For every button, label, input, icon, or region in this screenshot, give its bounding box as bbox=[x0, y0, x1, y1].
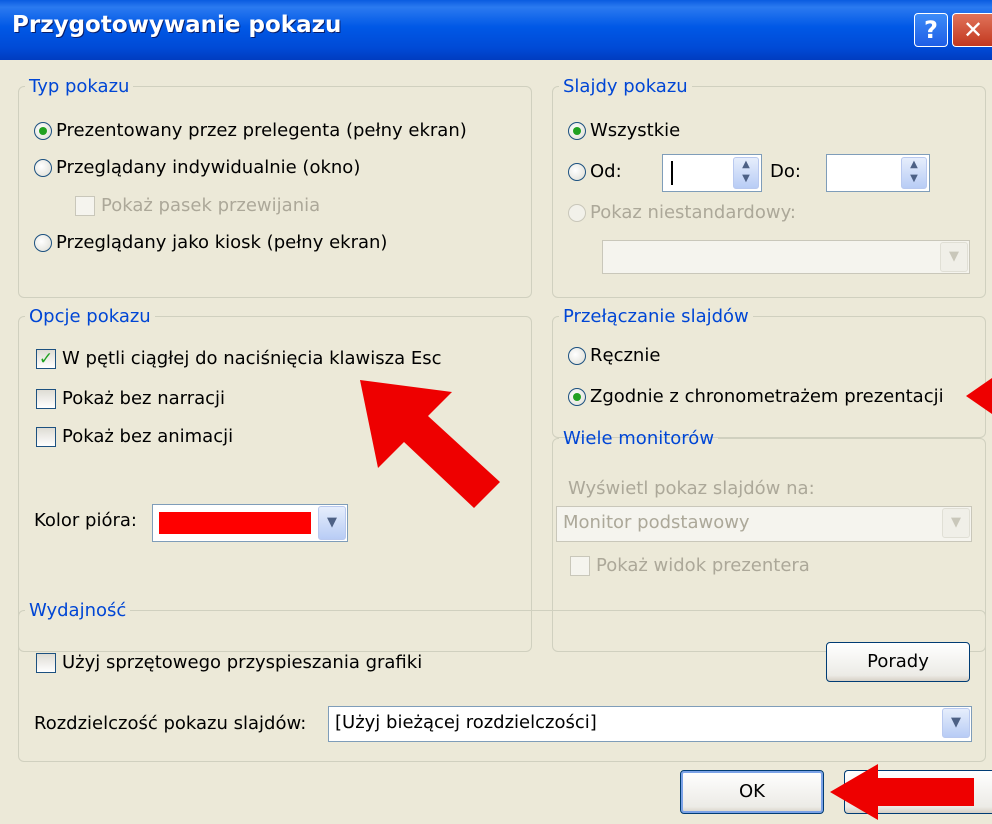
checkbox-label: Pokaż bez narracji bbox=[62, 388, 226, 409]
red-arrow-icon bbox=[360, 380, 500, 508]
radio-button[interactable] bbox=[34, 121, 52, 140]
radio-label: Ręcznie bbox=[590, 345, 661, 366]
radio-manually[interactable]: Ręcznie bbox=[568, 345, 660, 366]
advance-slides-legend: Przełączanie slajdów bbox=[563, 306, 749, 327]
dialog-title: Przygotowywanie pokazu bbox=[12, 12, 342, 38]
resolution-label-row: Rozdzielczość pokazu slajdów: bbox=[34, 713, 306, 734]
show-type-group: Typ pokazu bbox=[18, 76, 532, 298]
tips-button[interactable]: Porady bbox=[826, 642, 970, 682]
from-slide-spinner[interactable]: ▲ ▼ bbox=[662, 154, 762, 192]
checkbox-label: W pętli ciągłej do naciśnięcia klawisza … bbox=[62, 348, 442, 369]
red-arrow-icon bbox=[830, 764, 974, 820]
show-scrollbar-checkbox[interactable]: Pokaż pasek przewijania bbox=[75, 195, 320, 216]
chevron-down-icon[interactable]: ▼ bbox=[318, 506, 346, 540]
pen-color-label: Kolor pióra: bbox=[34, 510, 137, 531]
checkbox[interactable] bbox=[36, 652, 56, 673]
radio-label: Wszystkie bbox=[590, 120, 681, 141]
chevron-down-icon[interactable]: ▼ bbox=[940, 242, 968, 272]
radio-button[interactable] bbox=[34, 158, 52, 177]
title-bar[interactable]: Przygotowywanie pokazu ? ✕ bbox=[0, 0, 992, 60]
ok-button[interactable]: OK bbox=[680, 770, 824, 814]
hardware-acceleration-checkbox[interactable]: Użyj sprzętowego przyspieszania grafiki bbox=[36, 652, 422, 673]
performance-legend: Wydajność bbox=[29, 600, 127, 621]
resolution-label: Rozdzielczość pokazu slajdów: bbox=[34, 713, 307, 734]
show-without-narration-checkbox[interactable]: Pokaż bez narracji bbox=[36, 388, 225, 409]
red-arrow-icon bbox=[966, 378, 992, 414]
radio-label: Od: bbox=[590, 161, 622, 182]
pen-color-label-row: Kolor pióra: bbox=[34, 510, 137, 531]
custom-show-dropdown[interactable]: ▼ bbox=[602, 240, 970, 274]
radio-all-slides[interactable]: Wszystkie bbox=[568, 120, 680, 141]
radio-label: Prezentowany przez prelegenta (pełny ekr… bbox=[56, 120, 467, 141]
radio-label: Przeglądany jako kiosk (pełny ekran) bbox=[56, 232, 388, 253]
radio-browsed-individual[interactable]: Przeglądany indywidualnie (okno) bbox=[34, 157, 360, 178]
checkbox-label: Użyj sprzętowego przyspieszania grafiki bbox=[62, 652, 423, 673]
text-caret bbox=[671, 161, 673, 185]
radio-label: Przeglądany indywidualnie (okno) bbox=[56, 157, 361, 178]
radio-button[interactable] bbox=[568, 387, 586, 406]
checkbox[interactable]: ✓ bbox=[36, 348, 56, 369]
radio-presented-by-speaker[interactable]: Prezentowany przez prelegenta (pełny ekr… bbox=[34, 120, 467, 141]
radio-button[interactable] bbox=[568, 346, 586, 365]
display-on-label: Wyświetl pokaz slajdów na: bbox=[568, 478, 815, 499]
pen-color-picker[interactable]: ▼ bbox=[152, 504, 348, 542]
radio-using-timings[interactable]: Zgodnie z chronometrażem prezentacji bbox=[568, 386, 944, 407]
checkbox[interactable] bbox=[570, 555, 590, 576]
checkbox-label: Pokaż widok prezentera bbox=[596, 555, 810, 576]
multiple-monitors-legend: Wiele monitorów bbox=[563, 428, 715, 449]
checkbox-label: Pokaż bez animacji bbox=[62, 426, 234, 447]
pen-color-swatch bbox=[159, 512, 311, 534]
radio-button[interactable] bbox=[568, 203, 586, 222]
to-label-row: Do: bbox=[770, 161, 801, 182]
advance-slides-group: Przełączanie slajdów bbox=[552, 306, 986, 438]
radio-label: Zgodnie z chronometrażem prezentacji bbox=[590, 386, 944, 407]
chevron-down-icon[interactable]: ▼ bbox=[942, 708, 970, 738]
spin-arrows-icon[interactable]: ▲ ▼ bbox=[733, 157, 759, 189]
radio-button[interactable] bbox=[34, 233, 52, 252]
checkbox[interactable] bbox=[36, 388, 56, 409]
resolution-dropdown[interactable]: [Użyj bieżącej rozdzielczości] ▼ bbox=[328, 706, 972, 742]
radio-browsed-kiosk[interactable]: Przeglądany jako kiosk (pełny ekran) bbox=[34, 232, 387, 253]
show-slides-legend: Slajdy pokazu bbox=[563, 76, 688, 97]
dialog-client-area: Typ pokazu Prezentowany przez prelegenta… bbox=[0, 60, 992, 822]
show-type-legend: Typ pokazu bbox=[29, 76, 130, 97]
chevron-down-icon[interactable]: ▼ bbox=[942, 508, 970, 538]
presenter-view-checkbox[interactable]: Pokaż widok prezentera bbox=[570, 555, 810, 576]
to-label: Do: bbox=[770, 161, 801, 182]
radio-custom-show[interactable]: Pokaz niestandardowy: bbox=[568, 202, 796, 223]
show-without-animation-checkbox[interactable]: Pokaż bez animacji bbox=[36, 426, 233, 447]
checkbox[interactable] bbox=[75, 195, 95, 216]
to-slide-spinner[interactable]: ▲ ▼ bbox=[826, 154, 930, 192]
radio-button[interactable] bbox=[568, 121, 586, 140]
help-button[interactable]: ? bbox=[914, 13, 948, 47]
radio-label: Pokaz niestandardowy: bbox=[590, 202, 796, 223]
checkbox-label: Pokaż pasek przewijania bbox=[101, 195, 321, 216]
radio-button[interactable] bbox=[568, 162, 586, 181]
close-button[interactable]: ✕ bbox=[952, 13, 992, 47]
display-on-label-row: Wyświetl pokaz slajdów na: bbox=[568, 478, 815, 499]
monitor-dropdown[interactable]: Monitor podstawowy ▼ bbox=[556, 506, 972, 542]
loop-until-esc-checkbox[interactable]: ✓ W pętli ciągłej do naciśnięcia klawisz… bbox=[36, 348, 441, 369]
checkbox[interactable] bbox=[36, 426, 56, 447]
radio-from-slides[interactable]: Od: bbox=[568, 161, 622, 182]
show-options-legend: Opcje pokazu bbox=[29, 306, 151, 327]
spin-arrows-icon[interactable]: ▲ ▼ bbox=[901, 157, 927, 189]
